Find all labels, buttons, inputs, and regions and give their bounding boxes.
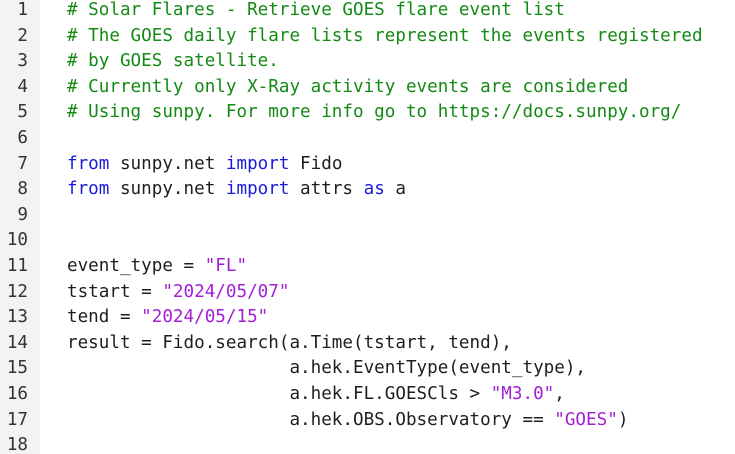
code-line[interactable]: 5 # Using sunpy. For more info go to http… (0, 100, 735, 126)
code-token-comment: # Using sunpy. For more info go to https… (67, 102, 682, 123)
code-token-string: "FL" (204, 256, 248, 276)
code-line[interactable]: 12 tstart = "2024/05/07" (0, 280, 735, 306)
code-text: # Solar Flares - Retrieve GOES flare eve… (67, 0, 565, 24)
code-token-plain: a.hek.OBS.Observatory == (67, 409, 555, 430)
code-token-plain: event_type = (67, 256, 205, 276)
line-number: 3 (17, 51, 28, 72)
code-token-string: "M3.0" (490, 384, 555, 404)
code-line[interactable]: 16 a.hek.FL.GOESCls > "M3.0", (0, 382, 735, 408)
line-number: 8 (17, 179, 28, 200)
code-token-plain: a.hek.EventType(event_type), (67, 358, 587, 379)
code-text: tstart = "2024/05/07" (67, 280, 289, 306)
code-line[interactable]: 17 a.hek.OBS.Observatory == "GOES") (0, 408, 735, 434)
code-token-comment: # Solar Flares - Retrieve GOES flare eve… (67, 0, 565, 20)
code-text: a.hek.OBS.Observatory == "GOES") (67, 408, 628, 434)
code-token-keyword: as (363, 179, 385, 200)
code-line[interactable]: 9 (0, 203, 735, 229)
line-number: 15 (6, 358, 28, 379)
code-text: # Currently only X-Ray activity events a… (67, 75, 628, 101)
code-token-plain: ) (617, 409, 629, 430)
code-text: event_type = "FL" (67, 254, 247, 280)
line-number: 11 (6, 256, 28, 276)
code-token-string: "GOES" (554, 409, 618, 430)
code-token-plain: a (384, 179, 406, 200)
code-token-comment: # Currently only X-Ray activity events a… (67, 76, 629, 97)
code-line[interactable]: 11 event_type = "FL" (0, 254, 735, 280)
code-token-plain: attrs (289, 179, 364, 200)
code-line[interactable]: 1 # Solar Flares - Retrieve GOES flare ev… (0, 0, 735, 24)
code-token-string: "2024/05/07" (162, 281, 290, 302)
code-token-plain: , (554, 384, 565, 404)
code-token-plain: tstart = (67, 281, 163, 302)
line-number: 7 (17, 153, 28, 174)
code-text: result = Fido.search(a.Time(tstart, tend… (67, 331, 512, 357)
code-text: from sunpy.net import attrs as a (67, 177, 406, 203)
code-token-plain: result = Fido.search(a.Time(tstart, tend… (67, 332, 512, 353)
code-token-keyword: from (67, 179, 110, 200)
code-token-comment: # by GOES satellite. (67, 51, 279, 72)
code-line[interactable]: 18 (0, 433, 735, 454)
line-number: 14 (6, 332, 28, 353)
code-text: a.hek.FL.GOESCls > "M3.0", (67, 382, 565, 408)
line-number: 2 (17, 25, 28, 46)
code-text: tend = "2024/05/15" (67, 305, 268, 331)
line-number: 12 (6, 281, 28, 302)
code-text: # The GOES daily flare lists represent t… (67, 24, 703, 50)
line-number: 16 (6, 384, 28, 404)
line-number: 6 (17, 128, 28, 148)
code-token-plain: sunpy.net (109, 153, 226, 174)
code-token-comment: # The GOES daily flare lists represent t… (67, 25, 703, 46)
line-number: 9 (17, 204, 28, 225)
code-line[interactable]: 6 (0, 126, 735, 152)
line-number: 10 (6, 230, 28, 251)
code-token-keyword: from (67, 153, 110, 174)
code-text: from sunpy.net import Fido (67, 152, 342, 178)
code-line[interactable]: 8 from sunpy.net import attrs as a (0, 177, 735, 203)
line-number: 4 (17, 76, 28, 97)
code-token-plain: Fido (289, 153, 343, 174)
code-token-keyword: import (225, 153, 290, 174)
line-number: 1 (17, 0, 28, 20)
code-line[interactable]: 3 # by GOES satellite. (0, 49, 735, 75)
code-line[interactable]: 2 # The GOES daily flare lists represent … (0, 24, 735, 50)
code-text: a.hek.EventType(event_type), (67, 356, 586, 382)
code-token-plain: sunpy.net (109, 179, 226, 200)
code-line[interactable]: 10 (0, 228, 735, 254)
line-number: 5 (17, 102, 28, 123)
code-text: # Using sunpy. For more info go to https… (67, 100, 681, 126)
code-token-string: "2024/05/15" (141, 307, 269, 328)
code-line[interactable]: 13 tend = "2024/05/15" (0, 305, 735, 331)
line-number: 18 (6, 435, 28, 454)
code-token-keyword: import (225, 179, 290, 200)
code-token-plain: tend = (67, 307, 142, 328)
code-text: # by GOES satellite. (67, 49, 279, 75)
code-token-plain: a.hek.FL.GOESCls > (67, 384, 491, 404)
line-number: 13 (6, 307, 28, 328)
code-line[interactable]: 7 from sunpy.net import Fido (0, 152, 735, 178)
code-line[interactable]: 14 result = Fido.search(a.Time(tstart, te… (0, 331, 735, 357)
line-number: 17 (6, 409, 28, 430)
code-line[interactable]: 4 # Currently only X-Ray activity events … (0, 75, 735, 101)
code-line[interactable]: 15 a.hek.EventType(event_type), (0, 356, 735, 382)
code-editor[interactable]: 1 # Solar Flares - Retrieve GOES flare ev… (0, 0, 735, 454)
